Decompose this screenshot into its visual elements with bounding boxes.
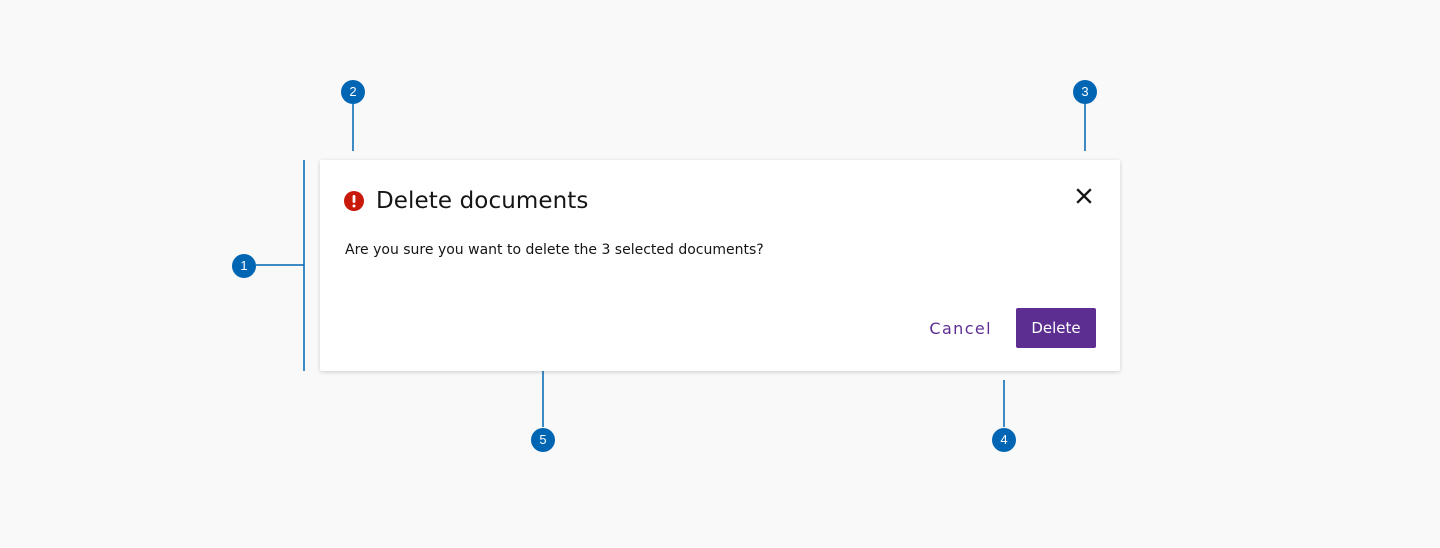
dialog-message: Are you sure you want to delete the 3 se… [345, 242, 764, 258]
delete-button[interactable]: Delete [1016, 308, 1096, 348]
dialog-title: Delete documents [376, 188, 589, 214]
annotation-marker-1: 1 [232, 254, 256, 278]
delete-dialog: Delete documents Are you sure you want t… [320, 160, 1120, 371]
annotation-marker-4: 4 [992, 428, 1016, 452]
annotation-marker-2: 2 [341, 80, 365, 104]
dialog-actions: Cancel Delete [929, 308, 1096, 348]
close-button[interactable] [1074, 186, 1094, 206]
dialog-header: Delete documents [344, 186, 589, 216]
alert-icon [344, 191, 364, 211]
annotation-marker-5: 5 [531, 428, 555, 452]
annotation-marker-3: 3 [1073, 80, 1097, 104]
cancel-button[interactable]: Cancel [929, 319, 992, 338]
close-icon [1076, 188, 1092, 204]
